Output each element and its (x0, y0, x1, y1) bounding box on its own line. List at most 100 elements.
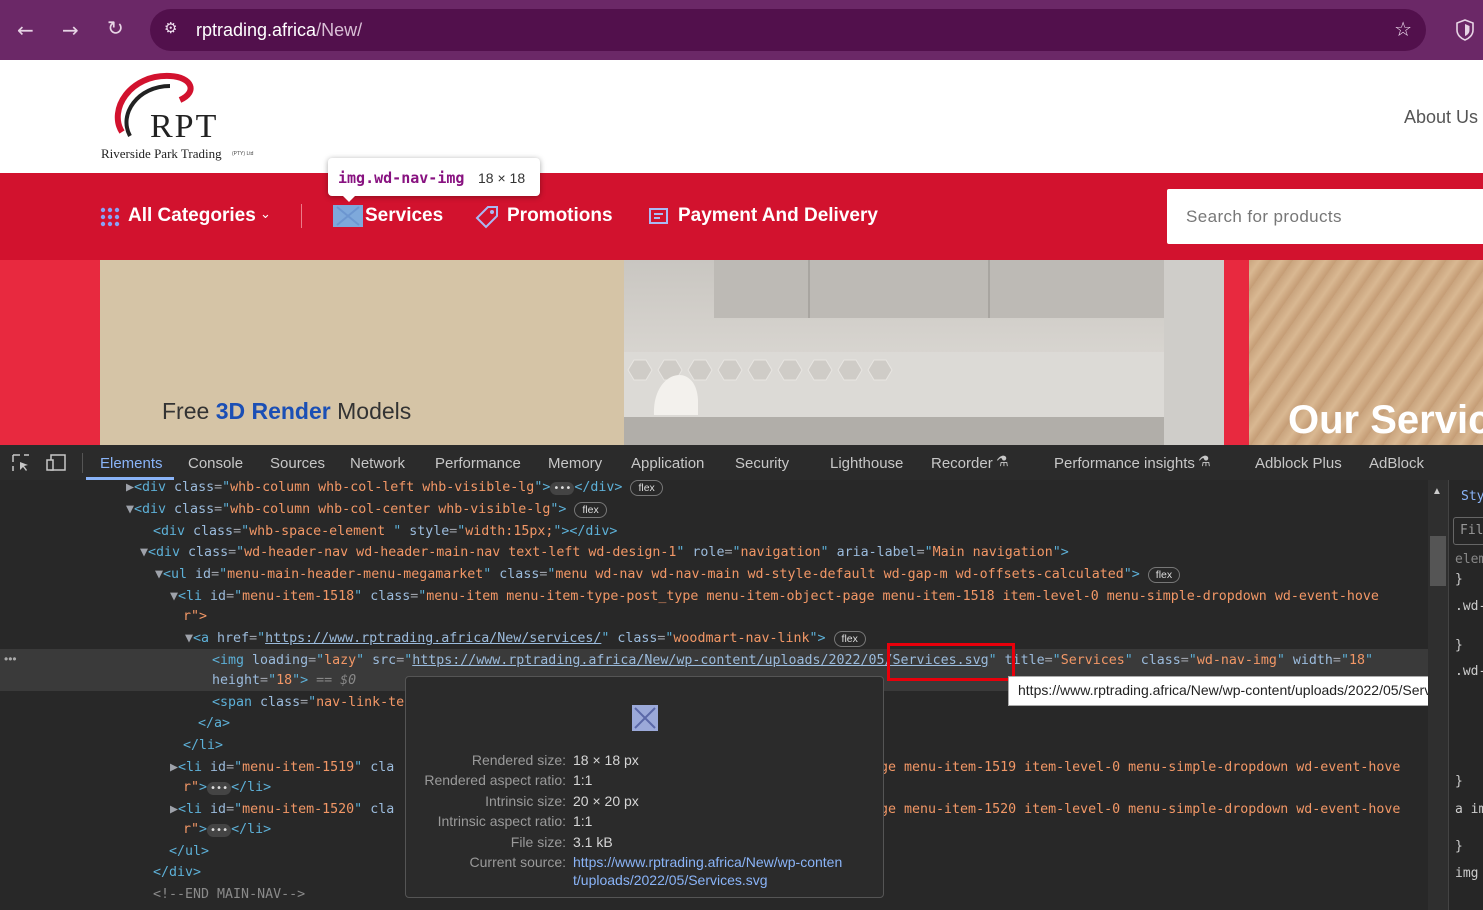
scroll-up-icon[interactable]: ▲ (1432, 486, 1442, 497)
tab-adblock[interactable]: AdBlock (1369, 455, 1424, 472)
console-ref: == $0 (316, 673, 357, 688)
tab-memory[interactable]: Memory (548, 455, 602, 472)
search-placeholder: Search for products (1186, 207, 1342, 226)
inspect-element-icon[interactable] (11, 453, 31, 473)
dom-line-li-1518[interactable]: ▼<li id="menu-item-1518" class="menu-ite… (170, 589, 1379, 605)
flex-badge[interactable]: flex (833, 631, 866, 647)
about-us-link[interactable]: About Us (1404, 107, 1478, 128)
url-text[interactable]: rptrading.africa/New/ (196, 20, 362, 41)
styles-filter-input[interactable]: Filt (1453, 517, 1483, 545)
attr-value: lazy (324, 653, 357, 668)
attr-value: woodmart-nav-link (673, 631, 810, 646)
forward-icon[interactable]: → (62, 18, 79, 42)
url-hover-tooltip: https://www.rptrading.africa/New/wp-cont… (1008, 676, 1483, 706)
banner-3d-render-text: Free 3D Render Models (162, 398, 411, 425)
dom-line-close-div[interactable]: </div> (153, 865, 201, 881)
dom-line-col-center[interactable]: ▼<div class="whb-column whb-col-center w… (126, 502, 607, 518)
site-logo[interactable]: RPT Riverside Park Trading (PTY) Ltd (100, 70, 260, 162)
dom-line-close-li[interactable]: </li> (183, 738, 223, 754)
dom-line-li-wrap: r"> (183, 609, 207, 625)
flex-badge[interactable]: flex (630, 480, 663, 496)
promotions-tag-icon (475, 206, 498, 229)
dom-line-li-1519-end[interactable]: r"> ••• </li> (183, 780, 271, 796)
dom-line-li-1519[interactable]: ▶<li id="menu-item-1519" cla (170, 760, 394, 776)
current-source-link-cont[interactable]: t/uploads/2022/05/Services.svg (573, 872, 768, 888)
attr-value: whb-column whb-col-left whb-visible-lg (230, 480, 535, 495)
reload-icon[interactable]: ↻ (107, 16, 124, 40)
styles-line: } (1455, 774, 1463, 789)
current-source-link[interactable]: https://www.rptrading.africa/New/wp-cont… (573, 854, 842, 870)
tab-lighthouse[interactable]: Lighthouse (830, 455, 903, 472)
dom-line-space-element[interactable]: <div class="whb-space-element " style="w… (153, 524, 617, 540)
tab-adblock-plus[interactable]: Adblock Plus (1255, 455, 1342, 472)
flex-badge[interactable]: flex (574, 502, 607, 518)
tab-elements[interactable]: Elements (100, 455, 163, 472)
attr-value: nav-link-te (316, 695, 405, 710)
flex-badge[interactable]: flex (1147, 567, 1181, 583)
dom-line-menu-ul[interactable]: ▼<ul id="menu-main-header-menu-megamarke… (155, 567, 1181, 583)
node-more-icon[interactable]: ••• (4, 652, 17, 666)
attr-value: menu-item-1518 (242, 589, 355, 604)
dom-line-close-a[interactable]: </a> (198, 716, 230, 732)
attr-value: wd-nav-img (1196, 653, 1277, 668)
dom-line-li-1520-tail: ge menu-item-1520 item-level-0 menu-simp… (880, 802, 1400, 818)
browser-toolbar: ← → ↻ ⚙ rptrading.africa/New/ ☆ (0, 0, 1483, 60)
ellipsis-badge[interactable]: ••• (550, 482, 575, 495)
styles-line: a im (1455, 802, 1483, 817)
styles-tab[interactable]: Styl (1461, 489, 1483, 504)
dom-line-comment[interactable]: <!--END MAIN-NAV--> (153, 887, 305, 903)
bookmark-star-icon[interactable]: ☆ (1394, 17, 1412, 41)
dom-line-li-1520-end[interactable]: r"> ••• </li> (183, 822, 271, 838)
styles-line: .wd- (1455, 664, 1483, 679)
extension-shield-icon[interactable] (1455, 19, 1475, 41)
dom-line-anchor[interactable]: ▼<a href="https://www.rptrading.africa/N… (185, 631, 866, 647)
back-icon[interactable]: ← (17, 18, 34, 42)
tab-console[interactable]: Console (188, 455, 243, 472)
tab-application[interactable]: Application (631, 455, 704, 472)
ellipsis-badge[interactable]: ••• (207, 782, 232, 795)
dom-line-col-left[interactable]: ▶<div class="whb-column whb-col-left whb… (126, 480, 663, 496)
menu-all-categories[interactable]: All Categories (128, 205, 256, 227)
search-input[interactable]: Search for products (1167, 189, 1483, 244)
styles-line: } (1455, 638, 1463, 653)
dom-line-li-1520[interactable]: ▶<li id="menu-item-1520" cla (170, 802, 394, 818)
attr-value: 18 (1348, 653, 1365, 668)
menu-services[interactable]: Services (365, 205, 443, 227)
styles-line: elem (1455, 552, 1483, 567)
attr-value: 18 (276, 673, 293, 688)
dom-line-span[interactable]: <span class="nav-link-te (212, 695, 404, 711)
scrollbar-thumb[interactable] (1430, 536, 1446, 586)
dom-line-header-nav[interactable]: ▼<div class="wd-header-nav wd-header-mai… (140, 545, 1069, 561)
dom-line-img[interactable]: <img loading="lazy" src="https://www.rpt… (212, 653, 1373, 669)
banner1-post: Models (330, 398, 412, 424)
tab-performance-insights[interactable]: Performance insights (1054, 455, 1195, 472)
intrinsic-size-label: Intrinsic size: (485, 793, 566, 809)
address-bar[interactable]: ⚙ rptrading.africa/New/ ☆ (150, 9, 1426, 51)
inspect-element-tooltip: img.wd-nav-img 18 × 18 (328, 158, 540, 196)
tooltip-selector: img.wd-nav-img (338, 169, 465, 187)
banner1-highlight: 3D Render (215, 398, 331, 424)
menu-promotions[interactable]: Promotions (507, 205, 613, 227)
tab-recorder[interactable]: Recorder (931, 455, 993, 472)
tab-performance[interactable]: Performance (435, 455, 521, 472)
menu-payment-delivery[interactable]: Payment And Delivery (678, 205, 878, 227)
href-link[interactable]: https://www.rptrading.africa/New/service… (265, 631, 601, 646)
site-settings-icon[interactable]: ⚙ (164, 19, 184, 39)
banner-bathroom-image[interactable] (624, 260, 1224, 445)
file-size-label: File size: (510, 834, 566, 850)
attr-value: ge menu-item-1520 item-level-0 menu-simp… (880, 802, 1401, 817)
tab-network[interactable]: Network (350, 455, 405, 472)
logo-subtitle: Riverside Park Trading (101, 146, 222, 161)
devtools-tab-bar: Elements Console Sources Network Perform… (0, 445, 1483, 481)
attr-value: menu-main-header-menu-megamarket (227, 567, 484, 582)
current-source-label: Current source: (469, 854, 566, 870)
attr-value: Services (1060, 653, 1125, 668)
dom-line-img-cont[interactable]: height="18"> == $0 (212, 673, 356, 689)
ellipsis-badge[interactable]: ••• (207, 824, 232, 837)
attr-value: width:15px; (465, 524, 554, 539)
tab-security[interactable]: Security (735, 455, 789, 472)
dom-line-close-ul[interactable]: </ul> (169, 844, 209, 860)
device-toolbar-icon[interactable] (45, 453, 67, 473)
tooltip-arrow (342, 195, 356, 202)
tab-sources[interactable]: Sources (270, 455, 325, 472)
